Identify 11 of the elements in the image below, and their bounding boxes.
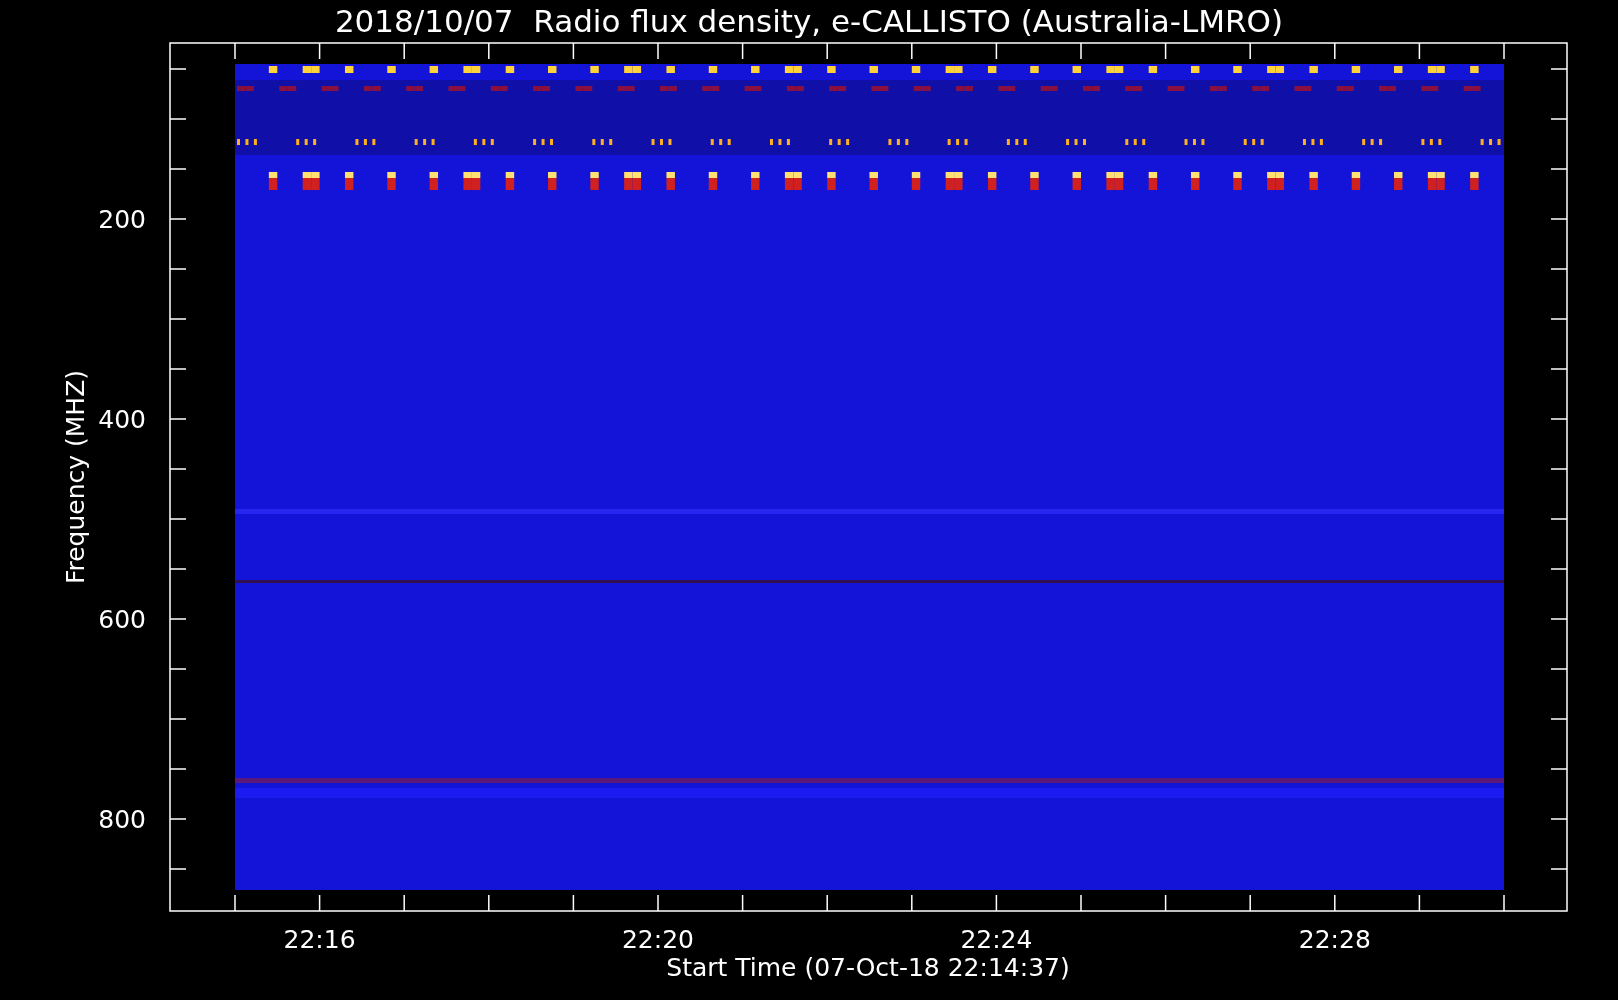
y-tick-label: 400 — [98, 405, 146, 434]
y-axis-label: Frequency (MHZ) — [61, 369, 90, 585]
x-tick-label: 22:20 — [622, 925, 694, 954]
plot-title: 2018/10/07 Radio flux density, e-CALLISTO (Australia-LMRO) — [334, 3, 1284, 39]
y-tick-label: 800 — [98, 805, 146, 834]
y-tick-label: 600 — [98, 605, 146, 634]
y-tick-label: 200 — [98, 205, 146, 234]
x-tick-label: 22:16 — [283, 925, 356, 954]
x-tick-label: 22:24 — [960, 925, 1033, 954]
x-tick-label: 22:28 — [1298, 925, 1371, 954]
x-axis-label: Start Time (07-Oct-18 22:14:37) — [666, 953, 1070, 982]
